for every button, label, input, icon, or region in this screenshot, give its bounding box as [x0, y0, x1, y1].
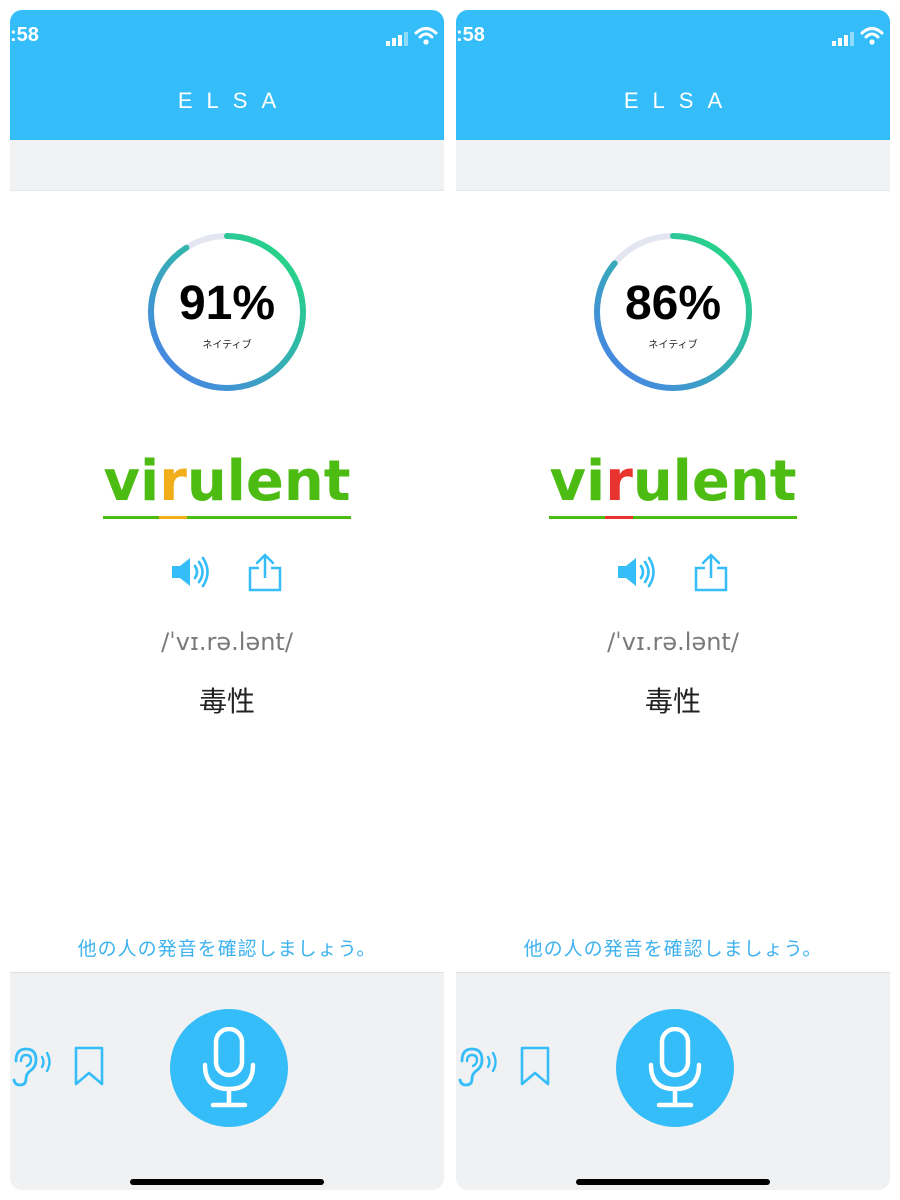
listen-others-link[interactable]: 他の人の発音を確認しましょう。	[10, 934, 444, 961]
listen-others-link[interactable]: 他の人の発音を確認しましょう。	[456, 934, 890, 961]
score-gauge: 91% ネイティブ	[147, 232, 307, 392]
ear-icon[interactable]	[10, 1045, 58, 1089]
bottom-bar	[456, 972, 890, 1190]
signal-icon	[386, 32, 408, 46]
record-button[interactable]	[616, 1009, 734, 1127]
word-meaning: 毒性	[198, 685, 255, 718]
header-bar: :58 ELSA	[456, 10, 890, 140]
score-label: ネイティブ	[648, 340, 698, 351]
practice-word: virulent	[10, 449, 444, 519]
speaker-icon[interactable]	[616, 555, 658, 589]
share-icon[interactable]	[246, 552, 284, 592]
microphone-icon	[202, 1027, 256, 1108]
score-value: 91%	[178, 277, 276, 330]
app-title: ELSA	[177, 88, 291, 113]
sub-toolbar	[456, 140, 890, 191]
word-segment: r	[159, 449, 187, 519]
word-segment: vi	[103, 449, 160, 519]
microphone-icon	[648, 1027, 702, 1108]
word-meaning: 毒性	[644, 685, 701, 718]
home-indicator	[576, 1179, 770, 1185]
practice-word: virulent	[456, 449, 890, 519]
speaker-icon[interactable]	[170, 555, 212, 589]
score-label: ネイティブ	[202, 340, 252, 351]
record-button[interactable]	[170, 1009, 288, 1127]
home-indicator	[130, 1179, 324, 1185]
word-segment: ulent	[632, 449, 797, 519]
wifi-icon	[414, 27, 438, 45]
bookmark-icon[interactable]	[518, 1045, 552, 1087]
ipa-transcription: /ˈvɪ.rə.lənt/	[607, 628, 739, 656]
ear-icon[interactable]	[456, 1045, 504, 1089]
status-time: :58	[10, 24, 39, 46]
bottom-bar	[10, 972, 444, 1190]
word-segment: ulent	[186, 449, 351, 519]
header-bar: :58 ELSA	[10, 10, 444, 140]
word-segment: r	[605, 449, 633, 519]
score-gauge: 86% ネイティブ	[593, 232, 753, 392]
score-value: 86%	[624, 277, 722, 330]
app-title: ELSA	[623, 88, 737, 113]
status-time: :58	[456, 24, 485, 46]
share-icon[interactable]	[692, 552, 730, 592]
ipa-transcription: /ˈvɪ.rə.lənt/	[161, 628, 293, 656]
sub-toolbar	[10, 140, 444, 191]
wifi-icon	[860, 27, 884, 45]
result-screen-right: :58 ELSA 86% ネイティブ virulent /ˈvɪ.rə.lənt…	[456, 10, 890, 1190]
word-segment: vi	[549, 449, 606, 519]
signal-icon	[832, 32, 854, 46]
bookmark-icon[interactable]	[72, 1045, 106, 1087]
result-screen-left: :58 ELSA 91% ネイティブ virulent /ˈvɪ.rə.lənt…	[10, 10, 444, 1190]
